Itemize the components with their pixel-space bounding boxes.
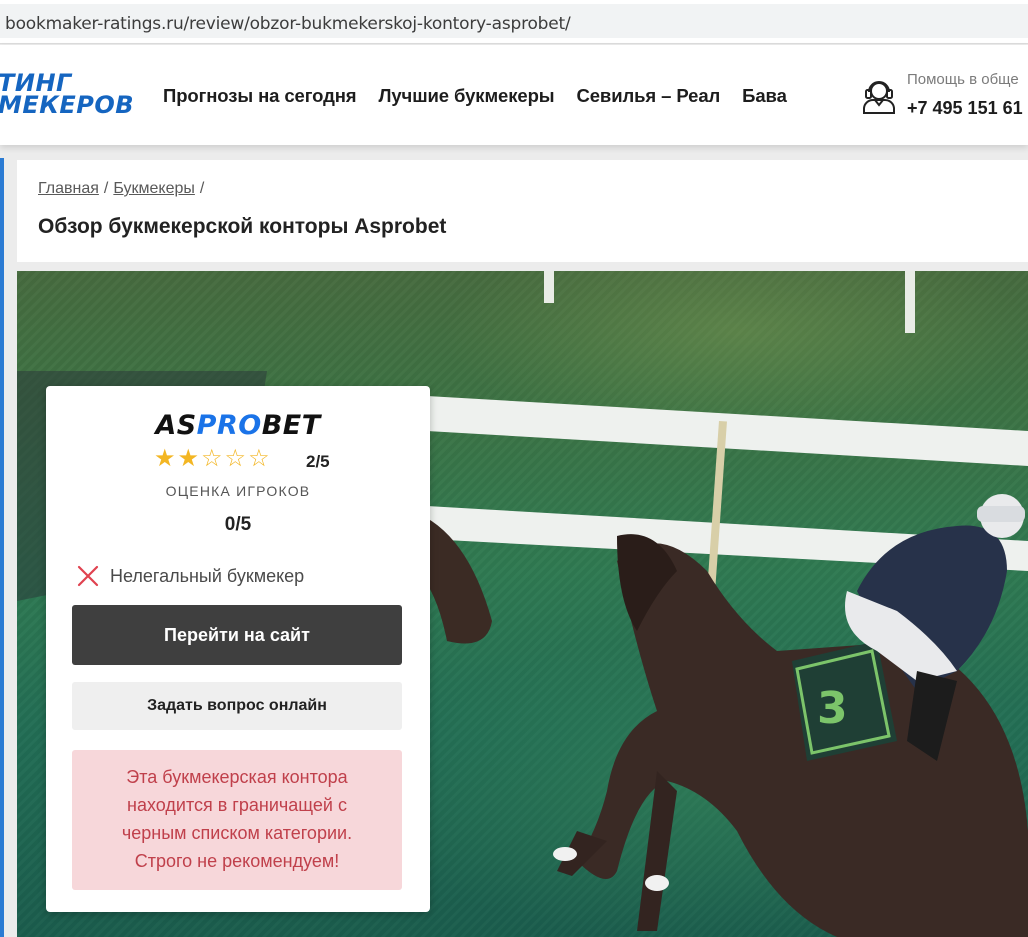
saddle-number: 3 — [817, 683, 848, 734]
players-rating-score: 0/5 — [224, 514, 252, 535]
warning-line: находится в граничащей с — [127, 795, 347, 815]
url-text[interactable]: bookmaker-ratings.ru/review/obzor-bukmek… — [5, 14, 571, 34]
close-icon — [77, 565, 99, 587]
nav-item-bavaria[interactable]: Бава — [742, 85, 787, 107]
players-rating-label: ОЦЕНКА ИГРОКОВ — [165, 483, 311, 499]
warning-line: черным списком категории. — [121, 823, 353, 843]
logo-part-as: AS — [155, 410, 197, 441]
help-title: Помощь в обще — [907, 71, 1019, 88]
nav-item-match[interactable]: Севилья – Реал — [576, 85, 720, 107]
nav-item-forecasts[interactable]: Прогнозы на сегодня — [163, 85, 357, 107]
star-full-icon: ★ — [177, 445, 200, 472]
warning-line: Эта букмекерская контора — [126, 767, 348, 787]
nav-item-best-bookmakers[interactable]: Лучшие букмекеры — [378, 85, 554, 107]
main-nav: Прогнозы на сегодня Лучшие букмекеры Сев… — [163, 85, 809, 107]
breadcrumb: Главная / Букмекеры / — [38, 180, 209, 198]
logo-line-2: МЕКЕРОВ — [0, 91, 135, 119]
logo-part-pro: PRO — [196, 410, 262, 441]
logo-part-bet: BET — [261, 410, 321, 441]
star-empty-icon: ☆ — [201, 445, 223, 472]
star-empty-icon: ☆ — [248, 445, 270, 472]
breadcrumb-separator: / — [199, 180, 205, 197]
help-phone[interactable]: +7 495 151 61 — [907, 98, 1023, 119]
left-accent-strip — [0, 158, 4, 937]
breadcrumb-separator: / — [103, 180, 109, 197]
breadcrumb-bookmakers[interactable]: Букмекеры — [113, 180, 195, 197]
url-field[interactable]: bookmaker-ratings.ru/review/obzor-bukmek… — [0, 4, 1028, 38]
headset-icon — [863, 81, 895, 114]
star-empty-icon: ☆ — [224, 445, 247, 472]
rating-stars: ★ ★ ☆ ☆ ☆ — [154, 447, 270, 471]
title-panel: Главная / Букмекеры / Обзор букмекерской ко… — [17, 160, 1028, 262]
site-logo[interactable]: ТИНГ МЕКЕРОВ — [0, 71, 135, 119]
site-header: ТИНГ МЕКЕРОВ Прогнозы на сегодня Лучшие … — [0, 45, 1028, 145]
rating-value: 2/5 — [306, 452, 330, 471]
browser-address-bar: bookmaker-ratings.ru/review/obzor-bukmek… — [0, 0, 1028, 44]
bookmaker-card: ASPROBET ★ ★ ☆ ☆ ☆ 2/5 ОЦЕНКА ИГРОКОВ 0/… — [46, 386, 430, 912]
page-title: Обзор букмекерской конторы Asprobet — [38, 215, 447, 238]
blacklist-warning: Эта букмекерская контора находится в гра… — [72, 750, 402, 890]
illegal-status: Нелегальный букмекер — [76, 564, 304, 588]
breadcrumb-home[interactable]: Главная — [38, 180, 99, 197]
ask-question-button[interactable]: Задать вопрос онлайн — [72, 682, 402, 730]
illegal-status-text: Нелегальный букмекер — [110, 565, 305, 586]
warning-line: Строго не рекомендуем! — [134, 851, 340, 871]
bookmaker-logo: ASPROBET — [46, 410, 430, 441]
star-full-icon: ★ — [154, 445, 176, 472]
go-to-site-button[interactable]: Перейти на сайт — [72, 605, 402, 665]
